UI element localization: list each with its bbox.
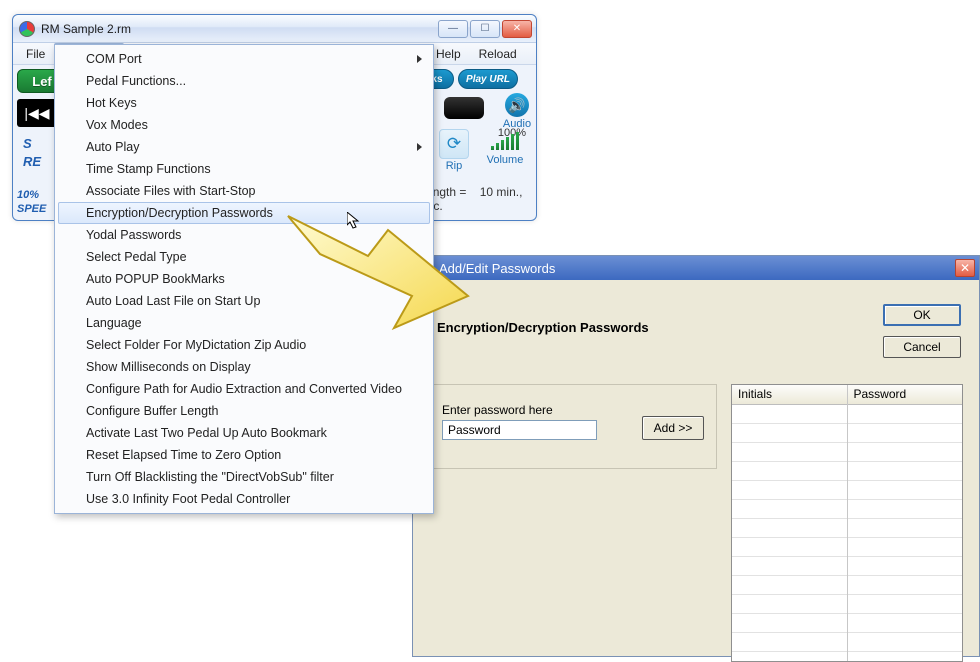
- dialog-title: Add/Edit Passwords: [439, 261, 555, 276]
- table-cell[interactable]: [848, 405, 963, 424]
- dialog-heading: Encryption/Decryption Passwords: [437, 320, 649, 335]
- speaker-icon: 🔊: [508, 97, 525, 114]
- app-icon: [19, 21, 35, 37]
- table-cell[interactable]: [732, 633, 847, 652]
- table-cell[interactable]: [732, 500, 847, 519]
- table-cell[interactable]: [732, 519, 847, 538]
- dialog-action-buttons: OK Cancel: [883, 304, 961, 358]
- menu-item-auto-play[interactable]: Auto Play: [58, 136, 430, 158]
- window-controls: — ☐ ✕: [438, 20, 532, 38]
- table-cell[interactable]: [732, 595, 847, 614]
- volume-label: Volume: [487, 154, 524, 166]
- window-title: RM Sample 2.rm: [41, 22, 131, 36]
- table-cell[interactable]: [848, 538, 963, 557]
- table-cell[interactable]: [732, 614, 847, 633]
- password-input[interactable]: [442, 420, 597, 440]
- password-entry-group: Enter password here Add >>: [427, 384, 717, 469]
- menu-item-select-pedal-type[interactable]: Select Pedal Type: [58, 246, 430, 268]
- table-cell[interactable]: [732, 462, 847, 481]
- status-line-1: S: [23, 135, 41, 153]
- dialog-titlebar[interactable]: Add/Edit Passwords ✕: [413, 256, 979, 280]
- status-text: S RE: [23, 135, 41, 171]
- volume-bars-icon: [491, 132, 519, 150]
- ok-button[interactable]: OK: [883, 304, 961, 326]
- rewind-button[interactable]: |◀◀: [17, 99, 57, 127]
- table-cell[interactable]: [848, 500, 963, 519]
- speed-label: SPEE: [17, 203, 46, 217]
- dialog-close-button[interactable]: ✕: [955, 259, 975, 277]
- close-button[interactable]: ✕: [502, 20, 532, 38]
- submenu-caret-icon: [417, 55, 422, 63]
- rip-icon: ⟳: [447, 134, 461, 154]
- table-cell[interactable]: [848, 633, 963, 652]
- menu-item-com-port[interactable]: COM Port: [58, 48, 430, 70]
- table-cell[interactable]: [732, 424, 847, 443]
- table-cell[interactable]: [848, 462, 963, 481]
- table-cell[interactable]: [732, 557, 847, 576]
- menu-item-encryption-decryption-passwords[interactable]: Encryption/Decryption Passwords: [58, 202, 430, 224]
- status-line-2: RE: [23, 153, 41, 171]
- table-cell[interactable]: [732, 405, 847, 424]
- column-header-initials[interactable]: Initials: [732, 385, 847, 405]
- audio-button[interactable]: 🔊 Audio: [502, 93, 532, 130]
- configure-menu-dropdown: COM PortPedal Functions...Hot KeysVox Mo…: [54, 44, 434, 514]
- menu-item-associate-files-with-start-stop[interactable]: Associate Files with Start-Stop: [58, 180, 430, 202]
- rip-button[interactable]: ⟳ Rip: [434, 129, 474, 172]
- table-cell[interactable]: [848, 519, 963, 538]
- titlebar[interactable]: RM Sample 2.rm — ☐ ✕: [13, 15, 536, 43]
- table-cell[interactable]: [848, 614, 963, 633]
- menu-item-show-milliseconds-on-display[interactable]: Show Milliseconds on Display: [58, 356, 430, 378]
- password-entry-label: Enter password here: [442, 403, 702, 417]
- cancel-button[interactable]: Cancel: [883, 336, 961, 358]
- rewind-icon: |◀◀: [24, 105, 49, 122]
- add-edit-passwords-dialog: Add/Edit Passwords ✕ Encryption/Decrypti…: [412, 255, 980, 657]
- submenu-caret-icon: [417, 143, 422, 151]
- menu-item-use-3-0-infinity-foot-pedal-controller[interactable]: Use 3.0 Infinity Foot Pedal Controller: [58, 488, 430, 510]
- dialog-body: Encryption/Decryption Passwords OK Cance…: [413, 280, 979, 656]
- table-cell[interactable]: [732, 538, 847, 557]
- table-cell[interactable]: [732, 443, 847, 462]
- rip-label: Rip: [446, 160, 463, 172]
- menu-item-turn-off-blacklisting-the-directvobsub-filter[interactable]: Turn Off Blacklisting the "DirectVobSub"…: [58, 466, 430, 488]
- column-header-password[interactable]: Password: [848, 385, 963, 405]
- menu-item-auto-load-last-file-on-start-up[interactable]: Auto Load Last File on Start Up: [58, 290, 430, 312]
- menu-reload[interactable]: Reload: [470, 43, 526, 64]
- menu-item-configure-buffer-length[interactable]: Configure Buffer Length: [58, 400, 430, 422]
- table-cell[interactable]: [848, 424, 963, 443]
- table-column-initials: Initials: [732, 385, 848, 661]
- minimize-button[interactable]: —: [438, 20, 468, 38]
- menu-item-pedal-functions[interactable]: Pedal Functions...: [58, 70, 430, 92]
- play-url-button[interactable]: Play URL: [458, 69, 518, 89]
- menu-item-select-folder-for-mydictation-zip-audio[interactable]: Select Folder For MyDictation Zip Audio: [58, 334, 430, 356]
- table-column-password: Password: [848, 385, 963, 661]
- passwords-table[interactable]: InitialsPassword: [731, 384, 963, 662]
- menu-item-configure-path-for-audio-extraction-and-converted-video[interactable]: Configure Path for Audio Extraction and …: [58, 378, 430, 400]
- table-cell[interactable]: [732, 576, 847, 595]
- speed-indicator: 10% SPEE: [17, 189, 46, 217]
- menu-item-yodal-passwords[interactable]: Yodal Passwords: [58, 224, 430, 246]
- menu-item-reset-elapsed-time-to-zero-option[interactable]: Reset Elapsed Time to Zero Option: [58, 444, 430, 466]
- table-cell[interactable]: [848, 557, 963, 576]
- add-button[interactable]: Add >>: [642, 416, 704, 440]
- table-cell[interactable]: [848, 443, 963, 462]
- menu-item-time-stamp-functions[interactable]: Time Stamp Functions: [58, 158, 430, 180]
- speed-percent: 10%: [17, 189, 46, 203]
- table-cell[interactable]: [848, 481, 963, 500]
- menu-file[interactable]: File: [17, 43, 54, 64]
- menu-item-language[interactable]: Language: [58, 312, 430, 334]
- table-cell[interactable]: [732, 481, 847, 500]
- menu-item-hot-keys[interactable]: Hot Keys: [58, 92, 430, 114]
- volume-control[interactable]: Volume: [482, 129, 528, 166]
- table-cell[interactable]: [848, 595, 963, 614]
- table-cell[interactable]: [848, 576, 963, 595]
- menu-item-vox-modes[interactable]: Vox Modes: [58, 114, 430, 136]
- menu-item-auto-popup-bookmarks[interactable]: Auto POPUP BookMarks: [58, 268, 430, 290]
- maximize-button[interactable]: ☐: [470, 20, 500, 38]
- menu-item-activate-last-two-pedal-up-auto-bookmark[interactable]: Activate Last Two Pedal Up Auto Bookmark: [58, 422, 430, 444]
- pedal-icon-b: [444, 97, 484, 119]
